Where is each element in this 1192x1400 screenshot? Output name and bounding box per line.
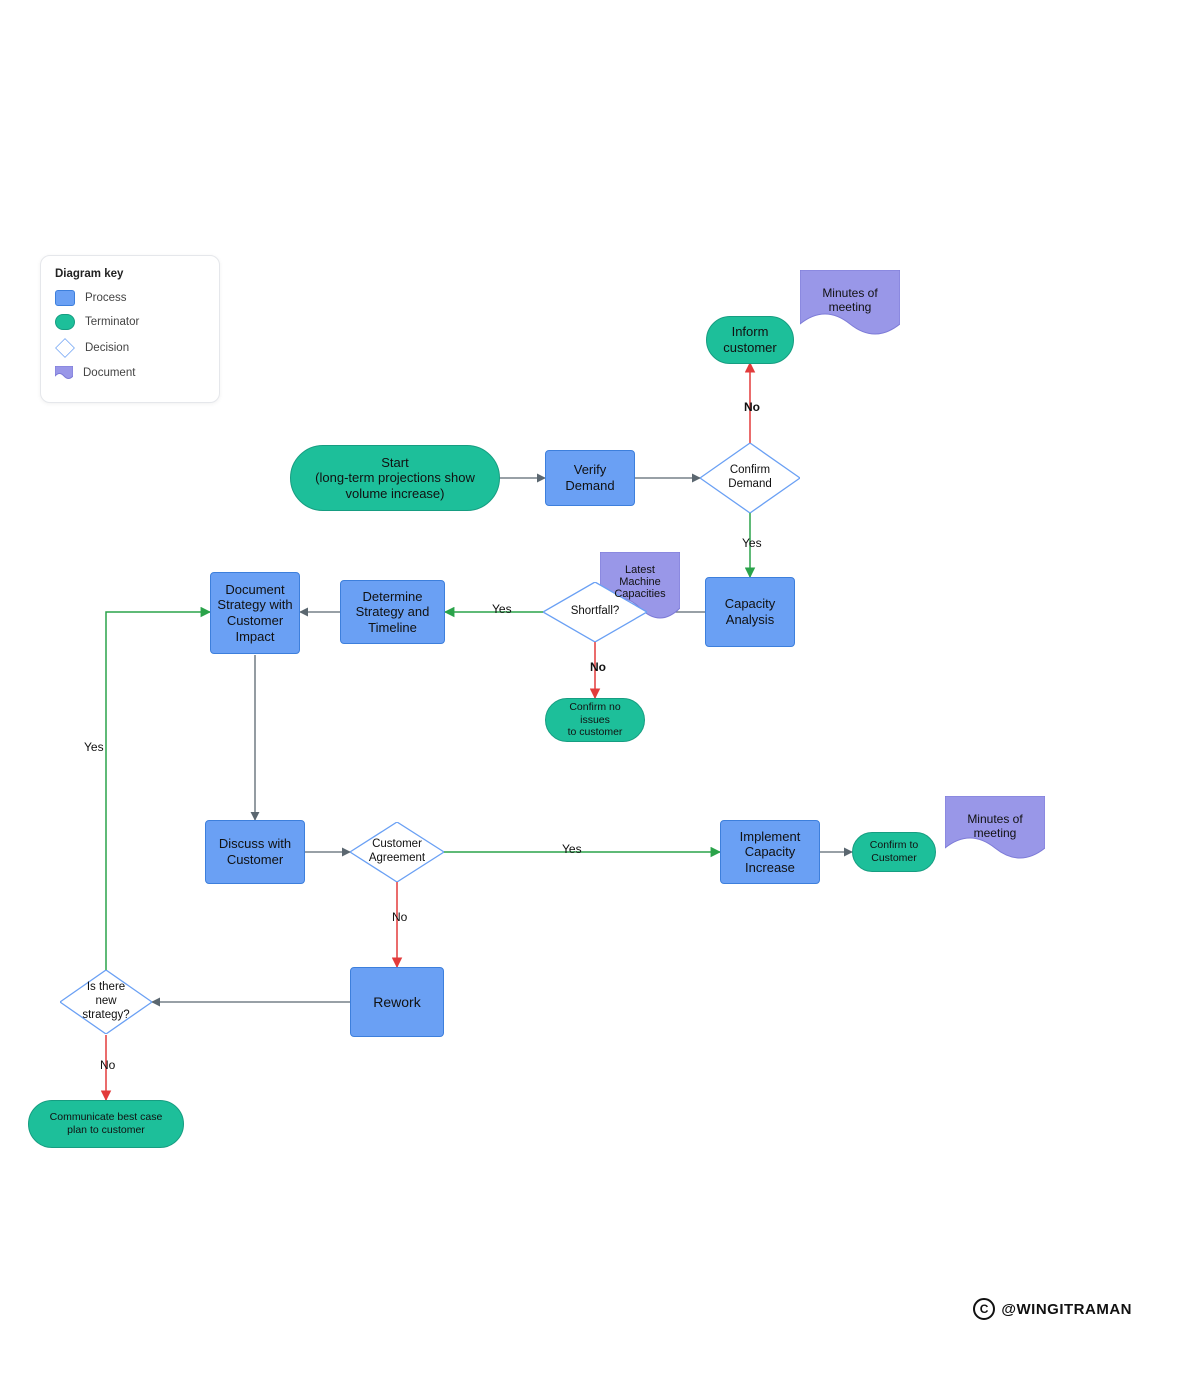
edge-label-no: No bbox=[98, 1058, 117, 1072]
legend-label: Decision bbox=[85, 342, 129, 354]
process-implement-capacity: Implement Capacity Increase bbox=[720, 820, 820, 884]
terminator-inform-customer: Inform customer bbox=[706, 316, 794, 364]
node-label: Confirm no issues to customer bbox=[554, 701, 636, 739]
decision-confirm-demand: Confirm Demand bbox=[700, 443, 800, 513]
process-capacity-analysis: Capacity Analysis bbox=[705, 577, 795, 647]
edge-label-no: No bbox=[742, 400, 762, 414]
legend-row-decision: Decision bbox=[55, 338, 205, 358]
watermark-text: @WINGITRAMAN bbox=[1001, 1301, 1132, 1318]
terminator-confirm-no-issues: Confirm no issues to customer bbox=[545, 698, 645, 742]
edge-label-no: No bbox=[588, 660, 608, 674]
document-label: Minutes of meeting bbox=[800, 280, 900, 320]
legend-label: Process bbox=[85, 292, 127, 304]
document-minutes-bottom: Minutes of meeting bbox=[945, 796, 1045, 864]
document-swatch bbox=[55, 366, 73, 380]
node-label: Confirm to Customer bbox=[870, 839, 918, 864]
process-document-strategy: Document Strategy with Customer Impact bbox=[210, 572, 300, 654]
node-label: Capacity Analysis bbox=[725, 596, 776, 627]
node-label: Is there new strategy? bbox=[78, 981, 134, 1022]
legend-label: Terminator bbox=[85, 316, 139, 328]
decision-new-strategy: Is there new strategy? bbox=[60, 970, 152, 1034]
legend-label: Document bbox=[83, 367, 135, 379]
copyright-icon: C bbox=[973, 1298, 995, 1320]
document-minutes-top: Minutes of meeting bbox=[800, 270, 900, 340]
node-label: Determine Strategy and Timeline bbox=[356, 589, 430, 636]
node-label: Discuss with Customer bbox=[219, 836, 291, 867]
terminator-start: Start (long-term projections show volume… bbox=[290, 445, 500, 511]
node-label: Communicate best case plan to customer bbox=[50, 1111, 163, 1136]
process-rework: Rework bbox=[350, 967, 444, 1037]
node-label: Shortfall? bbox=[571, 605, 620, 619]
process-determine-strategy: Determine Strategy and Timeline bbox=[340, 580, 445, 644]
legend-row-terminator: Terminator bbox=[55, 314, 205, 330]
document-label: Minutes of meeting bbox=[945, 806, 1045, 846]
node-label: Rework bbox=[373, 994, 420, 1011]
node-label: Verify Demand bbox=[565, 462, 614, 493]
process-swatch bbox=[55, 290, 75, 306]
node-label: Customer Agreement bbox=[369, 838, 425, 866]
flowchart-canvas: Diagram key Process Terminator Decision … bbox=[0, 0, 1192, 1400]
node-label: Confirm Demand bbox=[728, 464, 771, 492]
legend-panel: Diagram key Process Terminator Decision … bbox=[40, 255, 220, 403]
document-label: Latest Machine Capacities bbox=[600, 558, 680, 606]
edge-label-yes: Yes bbox=[560, 842, 584, 856]
watermark: C @WINGITRAMAN bbox=[973, 1298, 1132, 1320]
legend-row-process: Process bbox=[55, 290, 205, 306]
node-label: Inform customer bbox=[723, 324, 776, 355]
edge-label-yes: Yes bbox=[740, 536, 764, 550]
edge-label-no: No bbox=[390, 910, 409, 924]
legend-title: Diagram key bbox=[55, 268, 205, 280]
edge-label-yes: Yes bbox=[82, 740, 106, 754]
decision-swatch bbox=[55, 338, 75, 358]
process-discuss-customer: Discuss with Customer bbox=[205, 820, 305, 884]
node-label: Document Strategy with Customer Impact bbox=[217, 582, 292, 644]
edge-label-yes: Yes bbox=[490, 602, 514, 616]
decision-customer-agreement: Customer Agreement bbox=[350, 822, 444, 882]
node-label: Implement Capacity Increase bbox=[740, 829, 801, 876]
terminator-confirm-to-customer: Confirm to Customer bbox=[852, 832, 936, 872]
terminator-communicate-plan: Communicate best case plan to customer bbox=[28, 1100, 184, 1148]
process-verify-demand: Verify Demand bbox=[545, 450, 635, 506]
terminator-swatch bbox=[55, 314, 75, 330]
node-label: Start (long-term projections show volume… bbox=[315, 455, 475, 502]
legend-row-document: Document bbox=[55, 366, 205, 380]
